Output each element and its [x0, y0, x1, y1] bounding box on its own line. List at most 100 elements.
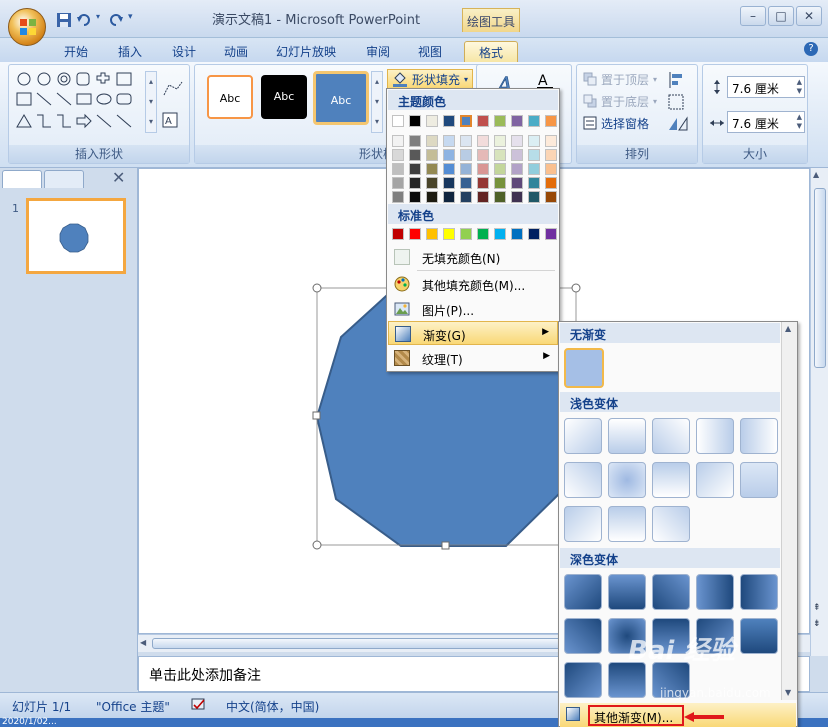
dark-gradient-variant[interactable] — [740, 574, 778, 610]
theme-color-swatch[interactable] — [511, 115, 523, 127]
theme-shade-swatch[interactable] — [409, 149, 421, 161]
theme-shade-swatch[interactable] — [528, 135, 540, 147]
theme-shade-swatch[interactable] — [392, 135, 404, 147]
shapes-gallery[interactable] — [15, 71, 145, 131]
dark-gradient-variant[interactable] — [564, 618, 602, 654]
theme-color-swatch[interactable] — [528, 115, 540, 127]
theme-shade-swatch[interactable] — [443, 191, 455, 203]
standard-color-swatch[interactable] — [426, 228, 438, 240]
rotate-icon[interactable] — [667, 115, 689, 133]
theme-shade-swatch[interactable] — [443, 177, 455, 189]
undo-icon[interactable] — [76, 12, 92, 28]
light-gradient-variant[interactable] — [652, 506, 690, 542]
dark-gradient-variant[interactable] — [740, 618, 778, 654]
shape-height-input[interactable]: 7.6 厘米 ▲ ▼ — [727, 76, 805, 98]
theme-shade-swatch[interactable] — [545, 177, 557, 189]
theme-color-swatch[interactable] — [460, 115, 472, 127]
theme-shade-swatch[interactable] — [545, 191, 557, 203]
height-spinner-icon[interactable]: ▲ ▼ — [797, 78, 802, 96]
theme-shade-swatch[interactable] — [426, 177, 438, 189]
theme-shade-swatch[interactable] — [426, 163, 438, 175]
style-swatch-orange-outline[interactable]: Abc — [207, 75, 253, 119]
theme-shade-swatch[interactable] — [511, 149, 523, 161]
theme-shade-swatch[interactable] — [426, 191, 438, 203]
light-gradient-variant[interactable] — [652, 418, 690, 454]
theme-shade-swatch[interactable] — [545, 135, 557, 147]
theme-shade-swatch[interactable] — [511, 135, 523, 147]
light-gradient-variant[interactable] — [564, 506, 602, 542]
textbox-icon[interactable]: A — [161, 111, 185, 129]
more-gradients-item[interactable]: 其他渐变(M)... — [560, 703, 796, 727]
standard-color-swatch[interactable] — [494, 228, 506, 240]
close-icon[interactable]: ✕ — [112, 168, 125, 187]
prev-slide-icon[interactable]: ⇞ — [813, 604, 821, 613]
standard-color-swatch[interactable] — [545, 228, 557, 240]
theme-shade-swatch[interactable] — [460, 135, 472, 147]
standard-color-swatch[interactable] — [392, 228, 404, 240]
redo-icon[interactable] — [108, 12, 124, 28]
vertical-scrollbar[interactable]: ▲ ⇞ ⇟ — [810, 168, 828, 656]
light-gradient-variant[interactable] — [608, 418, 646, 454]
more-fill-colors-item[interactable]: 其他填充颜色(M)... — [388, 272, 558, 296]
bring-to-front-button[interactable]: 置于顶层 ▾ — [583, 69, 657, 89]
dark-gradient-variant[interactable] — [608, 662, 646, 698]
theme-shade-swatch[interactable] — [409, 135, 421, 147]
dark-gradient-variant[interactable] — [564, 574, 602, 610]
light-gradient-variant[interactable] — [740, 418, 778, 454]
tab-format[interactable]: 格式 — [464, 41, 518, 62]
gradient-menu-scrollbar[interactable]: ▲ ▼ — [781, 322, 797, 700]
dark-gradient-variant[interactable] — [696, 574, 734, 610]
theme-shade-swatch[interactable] — [494, 149, 506, 161]
outline-tab[interactable] — [44, 170, 84, 188]
dark-gradient-variant[interactable] — [564, 662, 602, 698]
standard-color-swatch[interactable] — [477, 228, 489, 240]
light-gradient-variant[interactable] — [652, 462, 690, 498]
shape-width-input[interactable]: 7.6 厘米 ▲ ▼ — [727, 111, 805, 133]
save-icon[interactable] — [56, 12, 72, 28]
theme-shade-swatch[interactable] — [528, 163, 540, 175]
shapes-gallery-scroll[interactable]: ▴ ▾ ▾ — [145, 71, 157, 133]
theme-shade-swatch[interactable] — [511, 163, 523, 175]
theme-shade-swatch[interactable] — [477, 135, 489, 147]
no-fill-item[interactable]: 无填充颜色(N) — [388, 245, 558, 269]
light-gradient-variant[interactable] — [608, 462, 646, 498]
tab-slideshow[interactable]: 幻灯片放映 — [268, 41, 344, 62]
theme-shade-swatch[interactable] — [460, 191, 472, 203]
theme-color-swatch[interactable] — [494, 115, 506, 127]
scroll-up-icon[interactable]: ▲ — [813, 170, 819, 179]
theme-shade-swatch[interactable] — [460, 177, 472, 189]
vertical-scroll-thumb[interactable] — [814, 188, 826, 368]
theme-shade-swatch[interactable] — [409, 191, 421, 203]
tab-animations[interactable]: 动画 — [216, 41, 256, 62]
light-gradient-variant[interactable] — [564, 462, 602, 498]
style-swatch-blue-selected[interactable]: Abc — [313, 71, 369, 125]
gradient-fill-item[interactable]: 渐变(G) ▶ — [388, 321, 558, 345]
theme-shade-swatch[interactable] — [528, 177, 540, 189]
dark-gradient-variant[interactable] — [652, 574, 690, 610]
light-gradient-variant[interactable] — [608, 506, 646, 542]
dark-gradient-variant[interactable] — [608, 574, 646, 610]
theme-color-swatch[interactable] — [392, 115, 404, 127]
theme-shade-swatch[interactable] — [443, 135, 455, 147]
picture-fill-item[interactable]: 图片(P)... — [388, 297, 558, 321]
scroll-up-icon[interactable]: ▲ — [785, 324, 791, 333]
tab-design[interactable]: 设计 — [164, 41, 204, 62]
theme-shade-swatch[interactable] — [443, 163, 455, 175]
theme-shade-swatch[interactable] — [426, 135, 438, 147]
theme-shade-swatch[interactable] — [545, 163, 557, 175]
theme-shade-swatch[interactable] — [511, 177, 523, 189]
tab-home[interactable]: 开始 — [56, 41, 96, 62]
theme-shade-swatch[interactable] — [460, 149, 472, 161]
light-gradient-variant[interactable] — [564, 418, 602, 454]
group-objects-icon[interactable] — [667, 93, 689, 111]
language-indicator[interactable]: 中文(简体，中国) — [226, 698, 319, 715]
theme-shade-swatch[interactable] — [528, 149, 540, 161]
theme-shade-swatch[interactable] — [494, 163, 506, 175]
theme-shade-swatch[interactable] — [392, 177, 404, 189]
theme-shade-swatch[interactable] — [545, 149, 557, 161]
width-spinner-icon[interactable]: ▲ ▼ — [797, 113, 802, 131]
theme-shade-swatch[interactable] — [409, 177, 421, 189]
theme-shade-swatch[interactable] — [477, 149, 489, 161]
theme-shade-swatch[interactable] — [426, 149, 438, 161]
texture-fill-item[interactable]: 纹理(T) ▶ — [388, 346, 558, 370]
